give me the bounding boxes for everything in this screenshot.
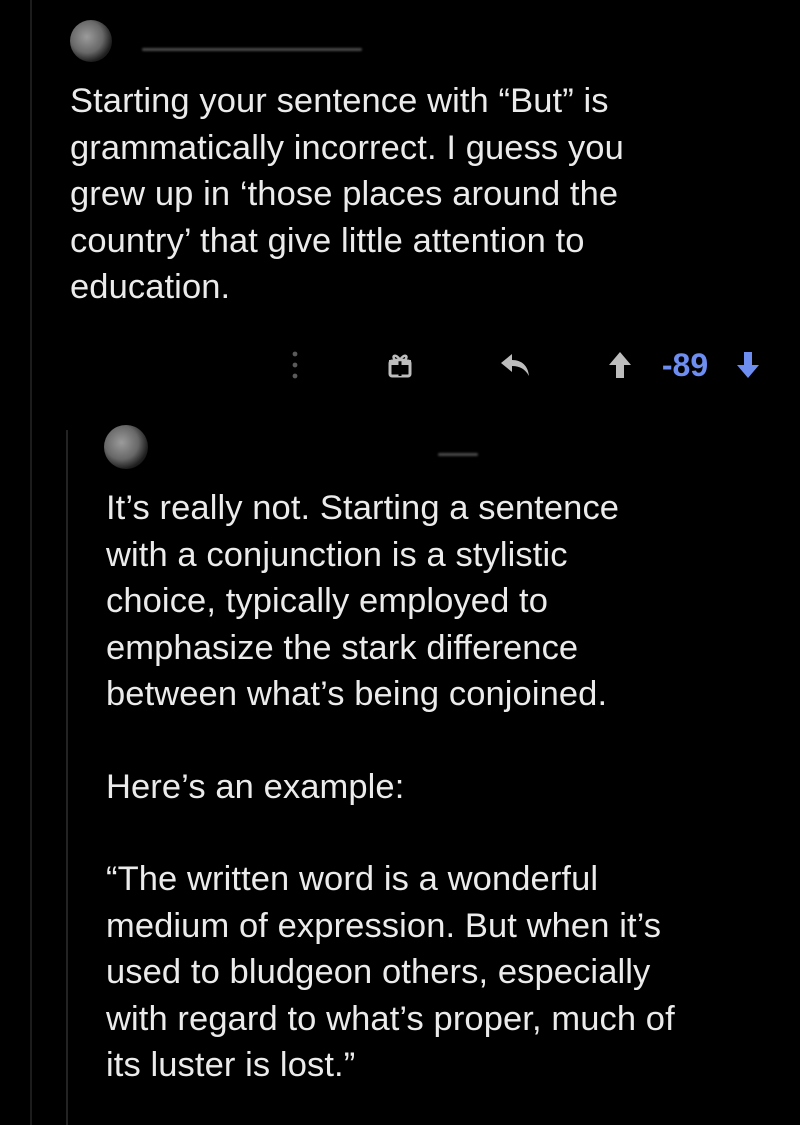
reply-indent-line <box>66 430 68 1125</box>
reply-paragraph: It’s really not. Starting a sentence wit… <box>106 489 620 713</box>
more-options-button[interactable] <box>280 340 310 390</box>
downvote-arrow-icon <box>737 352 759 378</box>
comment-header <box>70 20 362 62</box>
reply-username-obscured[interactable] <box>438 452 478 456</box>
vote-score: -89 <box>661 346 709 383</box>
reply-arrow-icon <box>501 354 529 376</box>
reply-avatar[interactable] <box>104 425 148 469</box>
avatar[interactable] <box>70 20 112 62</box>
reply-button[interactable] <box>495 340 535 390</box>
upvote-arrow-icon <box>609 352 631 378</box>
reply-header <box>104 425 478 469</box>
comment-action-bar: -89 <box>280 340 780 390</box>
thread-indent-line <box>30 0 32 1125</box>
comment-body: Starting your sentence with “But” is gra… <box>70 78 770 311</box>
username-obscured[interactable] <box>142 47 362 51</box>
reply-paragraph: Here’s an example: <box>106 767 405 806</box>
gift-award-icon <box>388 354 412 378</box>
upvote-button[interactable] <box>602 340 638 390</box>
downvote-button[interactable] <box>728 340 768 390</box>
award-button[interactable] <box>380 340 420 390</box>
comment-thread: Starting your sentence with “But” is gra… <box>0 0 800 1125</box>
more-vertical-icon <box>292 351 298 379</box>
reply-body: It’s really not. Starting a sentence wit… <box>106 485 786 1089</box>
reply-quote-paragraph: “The written word is a wonderful medium … <box>106 860 675 1084</box>
comment-text: Starting your sentence with “But” is gra… <box>70 82 624 306</box>
